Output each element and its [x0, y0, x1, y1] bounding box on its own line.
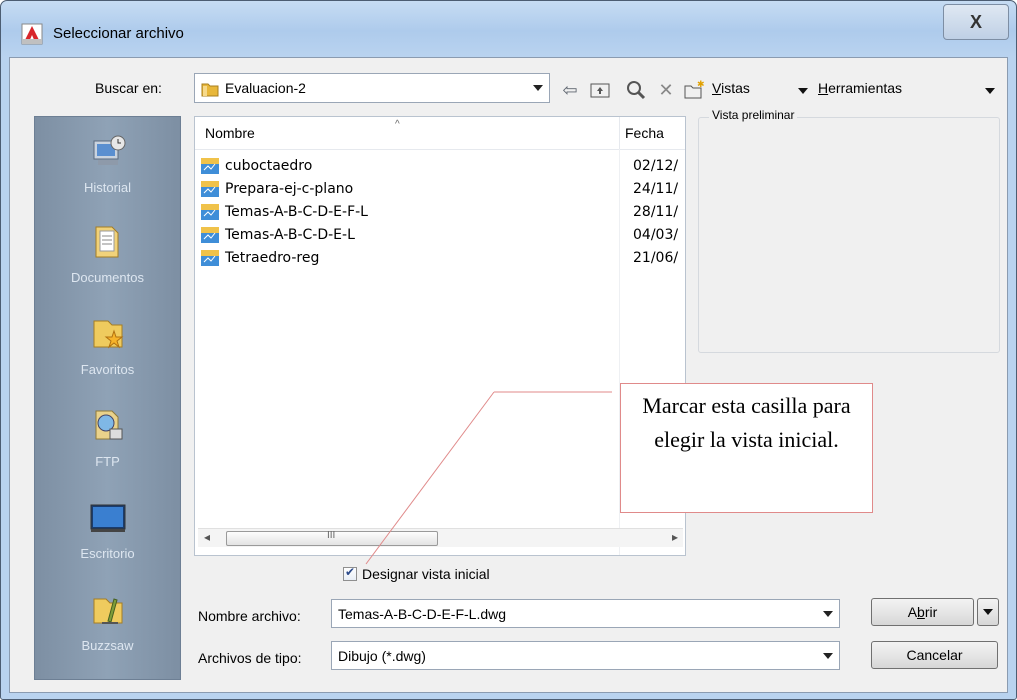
filetype-select[interactable]: Dibujo (*.dwg) [331, 641, 840, 670]
callout-note: Marcar esta casilla para elegir la vista… [620, 383, 873, 513]
dialog-body: Buscar en: Evaluacion-2 ⇦ ✕ ✱ Vistas Her… [9, 57, 1008, 693]
initial-view-checkbox[interactable]: ✔ [343, 565, 357, 581]
chevron-down-icon [983, 609, 993, 615]
open-options-button[interactable] [977, 598, 999, 626]
chevron-down-icon[interactable] [823, 610, 833, 617]
title-bar: Seleccionar archivo X [1, 1, 1016, 57]
checkmark-icon: ✔ [345, 565, 356, 579]
autocad-app-icon [21, 23, 43, 45]
filename-input[interactable]: Temas-A-B-C-D-E-F-L.dwg [331, 599, 840, 628]
open-button[interactable]: Ab rir [871, 598, 974, 626]
initial-view-label: Designar vista inicial [362, 566, 490, 582]
chevron-down-icon[interactable] [823, 652, 833, 659]
window-title: Seleccionar archivo [53, 25, 184, 42]
close-button[interactable]: X [943, 4, 1009, 40]
filetype-label: Archivos de tipo: [198, 650, 302, 666]
select-file-dialog: Seleccionar archivo X Buscar en: Evaluac… [0, 0, 1017, 700]
callout-pointer [365, 391, 612, 565]
filename-label: Nombre archivo: [198, 608, 301, 624]
cancel-button[interactable]: Cancelar [871, 641, 998, 669]
close-icon: X [969, 11, 982, 32]
